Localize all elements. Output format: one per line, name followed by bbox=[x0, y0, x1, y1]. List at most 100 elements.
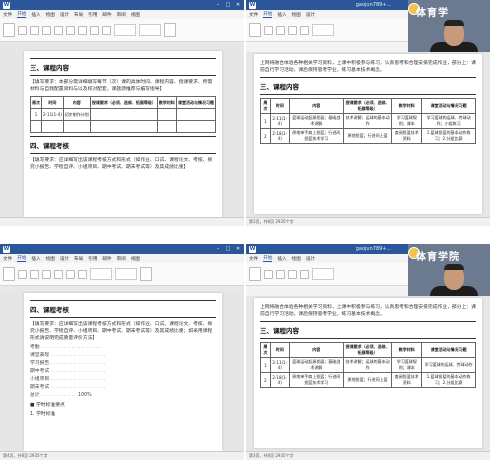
align-left-icon[interactable] bbox=[66, 269, 75, 279]
italic-icon[interactable] bbox=[276, 25, 285, 35]
table-cell: 学习篮球规则；课本 bbox=[391, 357, 423, 373]
close-icon[interactable]: ✕ bbox=[235, 2, 241, 8]
table-header: 授课要求（必须、选修、拓展等级） bbox=[342, 342, 393, 358]
italic-icon[interactable] bbox=[42, 269, 51, 279]
word-logo-icon: W bbox=[249, 1, 256, 9]
bold-icon[interactable] bbox=[30, 269, 39, 279]
menu-mailings[interactable]: 邮件 bbox=[102, 256, 111, 262]
table-cell: 2-11(1-4) bbox=[41, 108, 64, 121]
style-heading[interactable] bbox=[139, 24, 161, 36]
menu-draw[interactable]: 绘图 bbox=[292, 256, 301, 262]
bullets-icon[interactable] bbox=[102, 25, 111, 35]
menu-draw[interactable]: 绘图 bbox=[46, 12, 55, 18]
menu-home[interactable]: 开始 bbox=[17, 11, 27, 18]
menu-design[interactable]: 设计 bbox=[60, 12, 69, 18]
footer-item: 1. 学时标准 bbox=[30, 412, 56, 417]
underline-icon[interactable] bbox=[288, 269, 297, 279]
menu-file[interactable]: 文件 bbox=[249, 12, 258, 18]
cut-icon[interactable] bbox=[18, 269, 27, 279]
align-left-icon[interactable] bbox=[300, 25, 309, 35]
table-cell: 原地投篮；行进间上篮 bbox=[342, 372, 393, 388]
menu-view[interactable]: 视图 bbox=[131, 256, 140, 262]
close-icon[interactable]: ✕ bbox=[235, 246, 241, 252]
style-normal[interactable] bbox=[312, 268, 334, 280]
word-window-bottom-left: W – □ ✕ 文件 开始 插入 绘图 设计 布局 引用 邮件 审阅 视图 四、… bbox=[0, 244, 244, 460]
table-cell: 原地单手肩上投篮；行进间投篮技术学习 bbox=[288, 372, 344, 388]
paste-icon[interactable] bbox=[3, 23, 15, 37]
document-page: 三、课程内容 【填写要求：本部分需详细填写每节（次）课的具体时间、课程内容、授课… bbox=[24, 51, 222, 219]
minimize-icon[interactable]: – bbox=[215, 2, 221, 8]
section-heading: 三、课程内容 bbox=[260, 77, 476, 95]
menu-view[interactable]: 视图 bbox=[131, 12, 140, 18]
align-center-icon[interactable] bbox=[90, 25, 99, 35]
menu-file[interactable]: 文件 bbox=[3, 12, 12, 18]
menu-review[interactable]: 审阅 bbox=[117, 256, 126, 262]
menu-insert[interactable]: 插入 bbox=[31, 12, 40, 18]
menu-home[interactable]: 开始 bbox=[263, 11, 273, 18]
menu-draw[interactable]: 绘图 bbox=[292, 12, 301, 18]
menu-draw[interactable]: 绘图 bbox=[46, 256, 55, 262]
word-window-bottom-right: W gaojun789+... 文件 开始 插入 绘图 设计 体育学院 上网将融… bbox=[246, 244, 490, 460]
bold-icon[interactable] bbox=[264, 269, 273, 279]
teacher-banner: 体育学院 bbox=[416, 252, 460, 263]
paste-icon[interactable] bbox=[3, 267, 15, 281]
menu-insert[interactable]: 插入 bbox=[277, 12, 286, 18]
menu-layout[interactable]: 布局 bbox=[74, 256, 83, 262]
menu-mailings[interactable]: 邮件 bbox=[102, 12, 111, 18]
style-normal[interactable] bbox=[114, 24, 136, 36]
align-left-icon[interactable] bbox=[300, 269, 309, 279]
style-heading[interactable] bbox=[115, 268, 137, 280]
page-info: 第3页，共8页 2935个字 bbox=[249, 453, 294, 458]
table-cell: 2 bbox=[260, 128, 271, 144]
menu-layout[interactable]: 布局 bbox=[74, 12, 83, 18]
assessment-total: 总计 .............. 100% bbox=[30, 393, 92, 398]
assessment-item: 小组项目 ...................... bbox=[30, 377, 107, 382]
table-cell: 2-11(1-4) bbox=[269, 357, 290, 373]
menu-insert[interactable]: 插入 bbox=[31, 256, 40, 262]
title-bar: W – □ ✕ bbox=[0, 0, 244, 10]
table-header: 内容 bbox=[288, 98, 344, 114]
table-row: 1 2-11(1-4) 初步制作计划 bbox=[29, 108, 217, 121]
document-page: 四、课程考核 【填写要求：应详细写出该课程考核方式和形式（如作业、口试、课程论文… bbox=[24, 293, 222, 451]
underline-icon[interactable] bbox=[54, 25, 63, 35]
italic-icon[interactable] bbox=[42, 25, 51, 35]
menu-references[interactable]: 引用 bbox=[88, 12, 97, 18]
menu-review[interactable]: 审阅 bbox=[117, 12, 126, 18]
table-cell: 2-18(1-4) bbox=[269, 128, 290, 144]
table-cell bbox=[29, 120, 43, 133]
paste-icon[interactable] bbox=[249, 267, 261, 281]
menu-home[interactable]: 开始 bbox=[17, 255, 27, 262]
menu-design[interactable]: 设计 bbox=[60, 256, 69, 262]
italic-icon[interactable] bbox=[276, 269, 285, 279]
menu-insert[interactable]: 插入 bbox=[277, 256, 286, 262]
style-normal[interactable] bbox=[312, 24, 334, 36]
find-icon[interactable] bbox=[164, 23, 176, 37]
menu-design[interactable]: 设计 bbox=[306, 12, 315, 18]
ribbon bbox=[0, 263, 244, 286]
table-cell: 2-18(1-4) bbox=[269, 372, 290, 388]
menu-file[interactable]: 文件 bbox=[3, 256, 12, 262]
menu-design[interactable]: 设计 bbox=[306, 256, 315, 262]
bold-icon[interactable] bbox=[264, 25, 273, 35]
bold-icon[interactable] bbox=[30, 25, 39, 35]
align-left-icon[interactable] bbox=[78, 25, 87, 35]
table-cell: 1 bbox=[29, 108, 43, 121]
underline-icon[interactable] bbox=[288, 25, 297, 35]
menu-file[interactable]: 文件 bbox=[249, 256, 258, 262]
style-normal[interactable] bbox=[90, 268, 112, 280]
bullets-icon[interactable] bbox=[78, 269, 87, 279]
maximize-icon[interactable]: □ bbox=[225, 246, 231, 252]
paste-icon[interactable] bbox=[249, 23, 261, 37]
table-row: 2 2-18(1-4) 原地单手肩上投篮；行进间投篮技术学习 原地投篮；行进间上… bbox=[260, 372, 476, 388]
menu-references[interactable]: 引用 bbox=[88, 256, 97, 262]
font-color-icon[interactable] bbox=[66, 25, 75, 35]
cut-icon[interactable] bbox=[18, 25, 27, 35]
find-icon[interactable] bbox=[140, 267, 152, 281]
menu-home[interactable]: 开始 bbox=[263, 255, 273, 262]
table-cell bbox=[175, 108, 217, 121]
table-cell: 1 bbox=[260, 357, 271, 373]
underline-icon[interactable] bbox=[54, 269, 63, 279]
title-bar: W – □ ✕ bbox=[0, 244, 244, 254]
minimize-icon[interactable]: – bbox=[215, 246, 221, 252]
maximize-icon[interactable]: □ bbox=[225, 2, 231, 8]
